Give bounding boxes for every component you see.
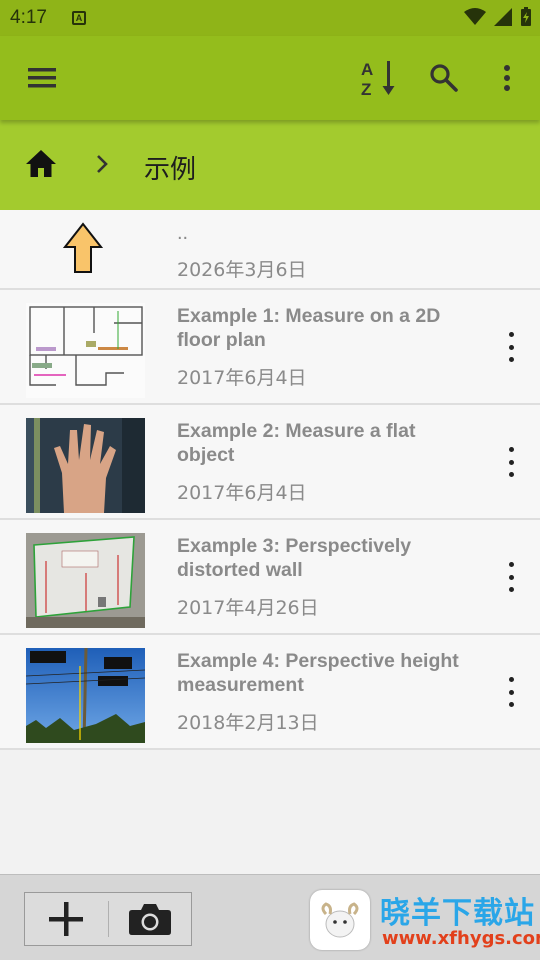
list-item[interactable]: Example 3: Perspectively distorted wall … xyxy=(0,520,540,635)
watermark-url: www.xfhygs.com xyxy=(382,928,540,949)
list-item[interactable]: Example 1: Measure on a 2D floor plan 20… xyxy=(0,290,540,405)
item-date: 2017年4月26日 xyxy=(177,597,319,619)
svg-text:Z: Z xyxy=(361,80,371,98)
item-title: Example 3: Perspectively distorted wall xyxy=(177,535,412,581)
thumbnail-hand xyxy=(26,418,145,513)
item-title: Example 4: Perspective height measuremen… xyxy=(177,650,459,696)
breadcrumb-folder[interactable]: 示例 xyxy=(144,149,196,186)
file-list: .. 2026年3月6日 Example 1: Measure on a 2D … xyxy=(0,210,540,750)
item-date: 2017年6月4日 xyxy=(177,482,307,504)
item-more-icon[interactable] xyxy=(504,447,518,477)
signal-icon xyxy=(494,8,512,26)
item-more-icon[interactable] xyxy=(504,332,518,362)
status-time: 4:17 xyxy=(10,7,47,28)
thumbnail-pole xyxy=(26,648,145,743)
list-item[interactable]: Example 4: Perspective height measuremen… xyxy=(0,635,540,750)
item-date: 2018年2月13日 xyxy=(177,712,319,734)
add-icon xyxy=(49,902,84,936)
overflow-menu-icon[interactable] xyxy=(487,58,527,98)
item-date: 2017年6月4日 xyxy=(177,367,307,389)
item-more-icon[interactable] xyxy=(504,677,518,707)
menu-icon[interactable] xyxy=(22,58,62,98)
item-more-icon[interactable] xyxy=(504,562,518,592)
item-title: Example 1: Measure on a 2D floor plan xyxy=(177,305,441,351)
breadcrumb: 示例 xyxy=(0,120,540,210)
notification-icon: A xyxy=(72,11,86,25)
list-item[interactable]: Example 2: Measure a flat object 2017年6月… xyxy=(0,405,540,520)
svg-text:A: A xyxy=(361,60,373,79)
camera-button[interactable] xyxy=(109,893,192,945)
search-icon[interactable] xyxy=(424,58,464,98)
status-bar: 4:17 A xyxy=(0,0,540,36)
home-icon[interactable] xyxy=(24,147,58,181)
camera-icon xyxy=(128,904,171,935)
action-button-group xyxy=(24,892,192,946)
up-arrow-icon xyxy=(63,222,103,273)
thumbnail-wall xyxy=(26,533,145,628)
add-button[interactable] xyxy=(25,893,108,945)
status-icons xyxy=(464,7,532,27)
chevron-right-icon xyxy=(97,155,108,173)
parent-folder-row[interactable]: .. 2026年3月6日 xyxy=(0,210,540,290)
item-title: Example 2: Measure a flat object xyxy=(177,420,416,466)
watermark-name: 晓羊下载站 xyxy=(380,896,535,931)
watermark: 晓羊下载站 www.xfhygs.com xyxy=(310,888,540,954)
watermark-logo xyxy=(310,890,370,950)
thumbnail-floor-plan xyxy=(26,303,145,398)
sort-az-icon[interactable]: A Z xyxy=(358,58,398,98)
wifi-icon xyxy=(464,8,486,25)
app-toolbar: A Z xyxy=(0,36,540,120)
parent-date: 2026年3月6日 xyxy=(177,259,307,281)
battery-icon xyxy=(521,7,531,26)
parent-label: .. xyxy=(177,222,189,244)
